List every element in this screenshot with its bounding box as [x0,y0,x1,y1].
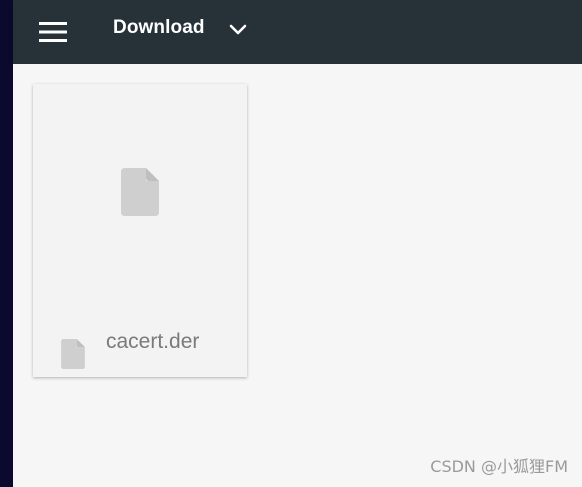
file-icon [121,168,159,221]
chevron-down-icon [229,20,247,36]
file-name: cacert.der [106,330,200,353]
current-folder-title: Download [113,17,205,38]
hamburger-menu-icon [39,22,67,42]
menu-button[interactable] [35,14,71,50]
file-card[interactable]: cacert.der [33,84,247,377]
file-type-icon [61,339,85,374]
watermark-text: CSDN @小狐狸FM [430,457,568,476]
app-toolbar: Download [13,0,582,64]
location-dropdown[interactable]: Download [113,0,247,56]
file-card-footer: cacert.der [33,297,247,377]
file-grid: cacert.der CSDN @小狐狸FM [13,64,582,487]
window-edge [0,0,13,487]
